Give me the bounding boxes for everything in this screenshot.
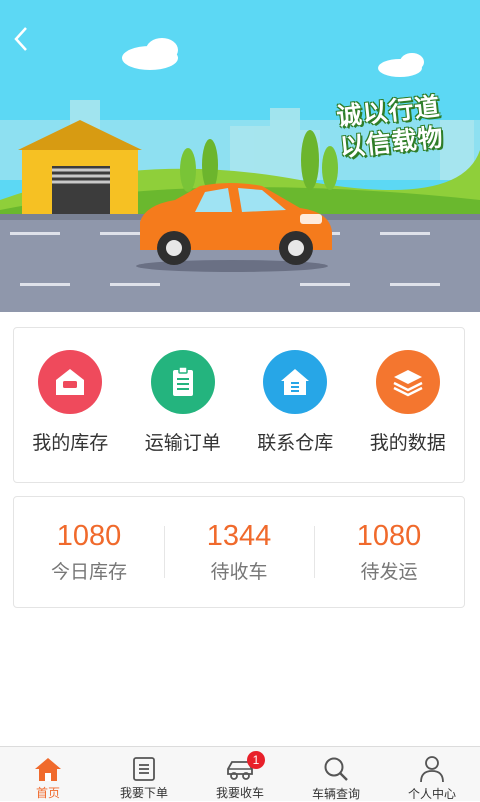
stat-value: 1080 [356, 520, 422, 552]
menu-label: 我的库存 [32, 432, 109, 454]
bottom-tab-bar: 首页 我要下单 1 我要收车 车辆查询 个人中心 [0, 746, 480, 801]
list-icon [131, 755, 157, 782]
function-menu: 我的库存 运输订单 联系仓库 我的数据 [13, 327, 465, 483]
home-icon [34, 755, 62, 782]
person-icon [419, 755, 445, 783]
tab-vehicle-search[interactable]: 车辆查询 [288, 747, 384, 801]
hero-banner: 诚以行道 以信载物 [0, 0, 480, 312]
stat-label: 今日库存 [50, 561, 127, 583]
tab-receive-car[interactable]: 1 我要收车 [192, 747, 288, 801]
stat-pending-receive[interactable]: 1344 待收车 [164, 520, 314, 584]
stat-today-inventory[interactable]: 1080 今日库存 [14, 520, 164, 584]
house-icon [263, 350, 328, 414]
car-icon: 1 [225, 751, 265, 782]
tab-label: 个人中心 [407, 787, 456, 801]
back-button[interactable] [6, 22, 40, 56]
tab-place-order[interactable]: 我要下单 [96, 747, 192, 801]
menu-label: 运输订单 [144, 432, 221, 454]
stats-panel: 1080 今日库存 1344 待收车 1080 待发运 [13, 496, 465, 608]
stat-value: 1344 [206, 520, 272, 552]
stat-label: 待收车 [210, 561, 268, 583]
warehouse-icon [38, 350, 103, 414]
stat-value: 1080 [56, 520, 122, 552]
tab-home[interactable]: 首页 [0, 747, 96, 801]
stat-pending-ship[interactable]: 1080 待发运 [314, 520, 464, 584]
notification-badge: 1 [247, 751, 265, 769]
menu-item-transport-orders[interactable]: 运输订单 [127, 328, 240, 482]
layers-icon [375, 350, 440, 414]
tab-label: 首页 [35, 786, 60, 800]
stat-label: 待发运 [360, 561, 418, 583]
tab-profile[interactable]: 个人中心 [384, 747, 480, 801]
menu-item-my-data[interactable]: 我的数据 [352, 328, 465, 482]
menu-label: 联系仓库 [257, 432, 334, 454]
chevron-left-icon [14, 27, 27, 51]
menu-label: 我的数据 [369, 432, 446, 454]
tab-label: 我要收车 [215, 786, 264, 800]
menu-item-my-inventory[interactable]: 我的库存 [14, 328, 127, 482]
tab-label: 我要下单 [119, 786, 168, 800]
clipboard-icon [150, 350, 215, 414]
tab-label: 车辆查询 [311, 787, 360, 801]
search-icon [322, 755, 350, 783]
menu-item-contact-warehouse[interactable]: 联系仓库 [239, 328, 352, 482]
